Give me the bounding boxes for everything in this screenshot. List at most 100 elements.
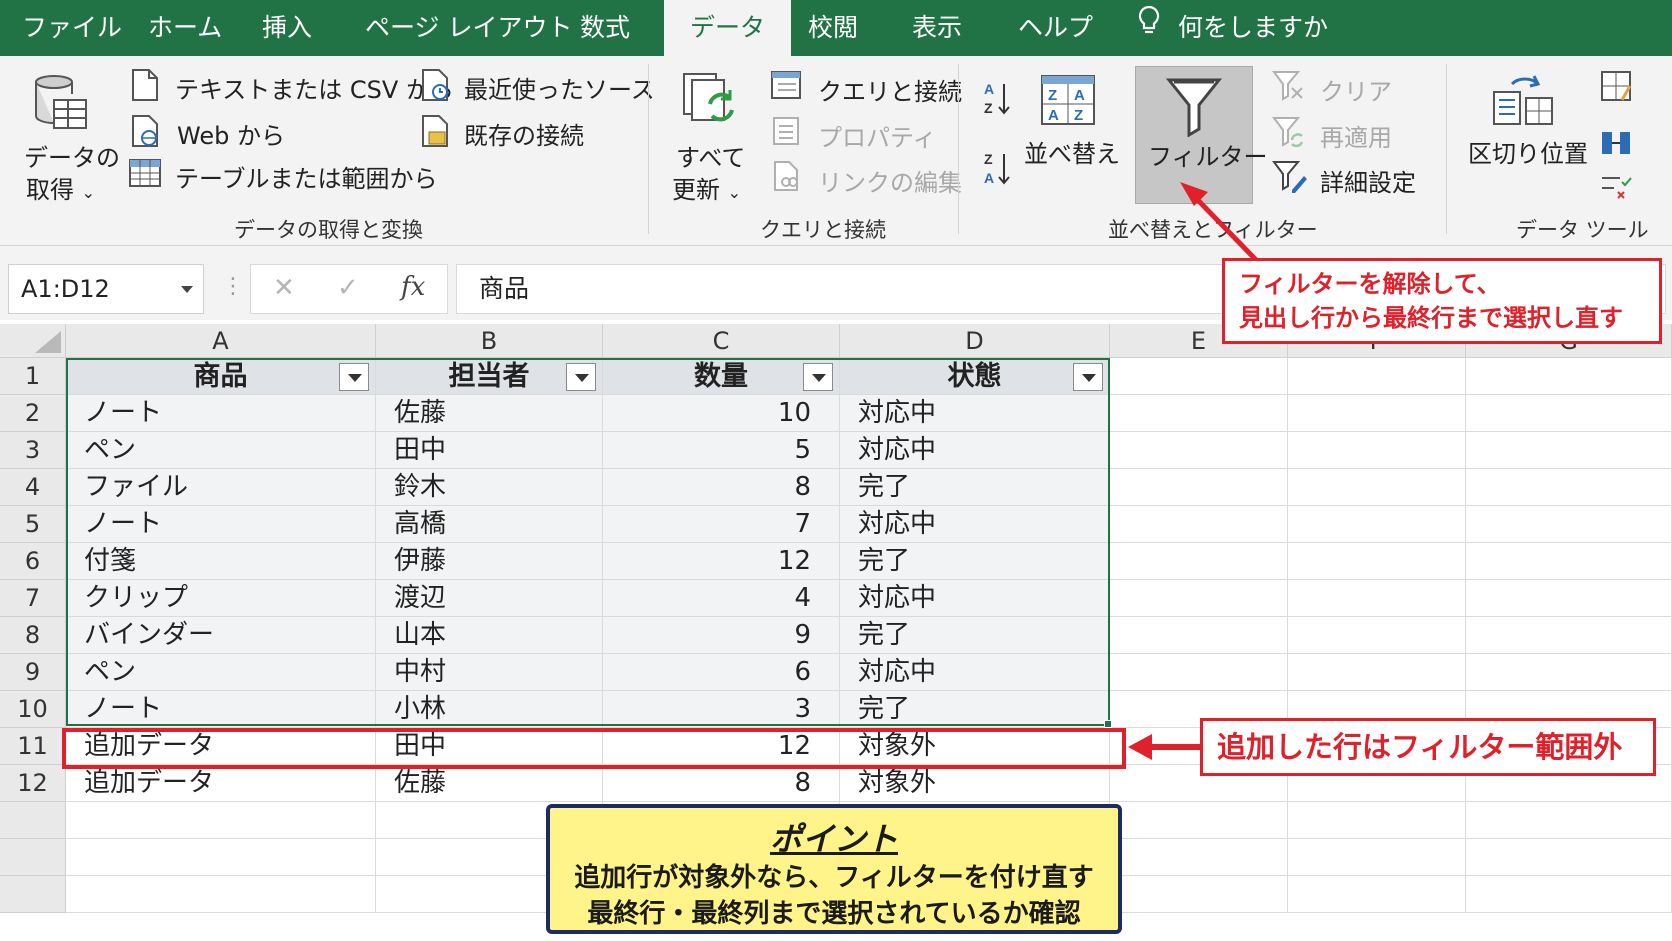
enter-icon[interactable]: ✓ [337,273,359,303]
table-header-cell[interactable]: 数量 [603,358,840,395]
empty-cell[interactable] [1466,543,1672,580]
filter-dropdown-icon[interactable] [339,363,369,391]
table-cell[interactable]: ノート [66,395,376,432]
empty-cell[interactable] [1110,469,1288,506]
refresh-all-label-1[interactable]: すべて [676,138,745,173]
empty-cell[interactable] [1110,395,1288,432]
fill-handle[interactable] [1104,720,1112,728]
empty-cell[interactable] [1288,543,1466,580]
tab-help[interactable]: ヘルプ [1018,0,1093,56]
column-header-a[interactable]: A [66,324,376,358]
table-cell[interactable]: 付箋 [66,543,376,580]
table-cell[interactable]: 3 [603,691,840,728]
filter-dropdown-icon[interactable] [803,363,833,391]
reapply-button[interactable]: 再適用 [1320,118,1392,153]
table-cell[interactable]: 10 [603,395,840,432]
flash-fill-icon[interactable] [1600,70,1634,108]
insert-function-button[interactable]: fx [401,272,425,302]
table-header-cell[interactable]: 状態 [840,358,1110,395]
advanced-button[interactable]: 詳細設定 [1320,163,1416,198]
table-cell[interactable]: 渡辺 [376,580,603,617]
select-all-button[interactable] [0,324,66,358]
cancel-icon[interactable]: ✕ [273,273,295,303]
empty-cell[interactable] [1110,358,1288,395]
from-table-button[interactable]: テーブルまたは範囲から [175,159,438,194]
text-to-columns-button[interactable]: 区切り位置 [1468,134,1588,169]
data-validation-icon[interactable] [1600,172,1634,204]
row-header[interactable]: 9 [0,654,66,691]
edit-links-button[interactable]: リンクの編集 [818,163,962,198]
row-header[interactable]: 10 [0,691,66,728]
empty-cell[interactable] [1466,876,1672,913]
empty-cell[interactable] [1110,654,1288,691]
row-header[interactable] [0,802,66,839]
row-header[interactable]: 7 [0,580,66,617]
empty-cell[interactable] [1288,654,1466,691]
table-cell[interactable]: 対象外 [840,765,1110,802]
empty-cell[interactable] [1288,617,1466,654]
table-cell[interactable]: 完了 [840,691,1110,728]
empty-cell[interactable] [1288,469,1466,506]
empty-cell[interactable] [66,839,376,876]
empty-cell[interactable] [1466,839,1672,876]
table-header-cell[interactable]: 商品 [66,358,376,395]
tab-page-layout[interactable]: ページ レイアウト [365,0,572,56]
empty-cell[interactable] [1466,469,1672,506]
empty-cell[interactable] [1110,839,1288,876]
table-cell[interactable]: 対応中 [840,654,1110,691]
properties-button[interactable]: プロパティ [818,118,937,153]
table-cell[interactable]: 12 [603,728,840,765]
table-cell[interactable]: 追加データ [66,765,376,802]
table-cell[interactable]: 鈴木 [376,469,603,506]
row-header[interactable]: 2 [0,395,66,432]
table-cell[interactable]: 対応中 [840,432,1110,469]
row-header[interactable]: 12 [0,765,66,802]
table-cell[interactable]: 7 [603,506,840,543]
table-cell[interactable]: 4 [603,580,840,617]
table-cell[interactable]: 田中 [376,728,603,765]
table-cell[interactable]: バインダー [66,617,376,654]
tab-file[interactable]: ファイル [22,0,122,56]
table-cell[interactable]: 完了 [840,543,1110,580]
column-header-b[interactable]: B [376,324,603,358]
table-cell[interactable]: 対応中 [840,506,1110,543]
table-cell[interactable]: 8 [603,469,840,506]
empty-cell[interactable] [1466,358,1672,395]
sort-dialog-icon[interactable]: ZAAZ [1040,74,1096,130]
empty-cell[interactable] [1466,432,1672,469]
remove-duplicates-icon[interactable] [1600,128,1634,162]
table-cell[interactable]: 高橋 [376,506,603,543]
sort-button[interactable]: 並べ替え [1024,134,1120,169]
row-header[interactable] [0,839,66,876]
row-header[interactable]: 4 [0,469,66,506]
empty-cell[interactable] [1466,617,1672,654]
vertical-dots-icon[interactable]: ⋮ [222,274,244,299]
table-cell[interactable]: ペン [66,432,376,469]
empty-cell[interactable] [1110,506,1288,543]
table-header-cell[interactable]: 担当者 [376,358,603,395]
sort-ascending-icon[interactable]: AZ [982,80,1014,122]
table-cell[interactable]: クリップ [66,580,376,617]
empty-cell[interactable] [1110,543,1288,580]
filter-dropdown-icon[interactable] [1073,363,1103,391]
column-header-d[interactable]: D [840,324,1110,358]
table-cell[interactable]: 佐藤 [376,395,603,432]
queries-connections-button[interactable]: クエリと接続 [818,72,962,107]
get-data-button[interactable]: 取得 ⌄ [26,170,95,205]
recent-sources-button[interactable]: 最近使ったソース [464,70,655,105]
empty-cell[interactable] [66,802,376,839]
text-to-columns-icon[interactable] [1490,68,1556,134]
row-header[interactable]: 11 [0,728,66,765]
chevron-down-icon[interactable] [181,286,193,293]
empty-cell[interactable] [1110,876,1288,913]
tab-view[interactable]: 表示 [912,0,962,56]
empty-cell[interactable] [1110,580,1288,617]
from-text-csv-button[interactable]: テキストまたは CSV から [175,70,454,105]
table-cell[interactable]: 9 [603,617,840,654]
existing-connections-button[interactable]: 既存の接続 [464,116,584,151]
tell-me-search[interactable]: 何をしますか [1138,0,1328,56]
table-cell[interactable]: ノート [66,691,376,728]
table-cell[interactable]: ファイル [66,469,376,506]
table-cell[interactable]: 対応中 [840,395,1110,432]
row-header[interactable]: 8 [0,617,66,654]
